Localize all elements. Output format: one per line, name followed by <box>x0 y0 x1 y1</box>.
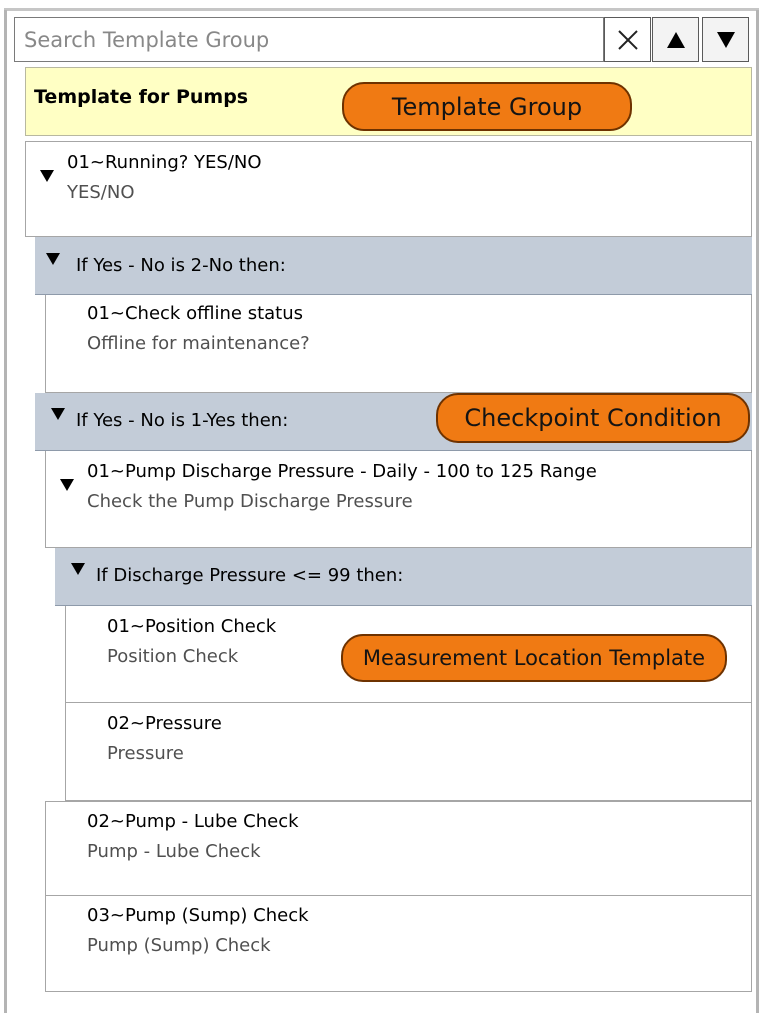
template-group-title: Template for Pumps <box>34 86 249 108</box>
node-subtitle: Pump - Lube Check <box>87 841 261 862</box>
node-subtitle: Position Check <box>107 646 239 667</box>
tree-node-lube-check[interactable]: 02~Pump - Lube Check Pump - Lube Check <box>45 801 752 896</box>
expand-triangle-icon[interactable] <box>46 253 60 265</box>
node-title: 03~Pump (Sump) Check <box>87 905 309 926</box>
checkpoint-condition-callout: Checkpoint Condition <box>436 393 750 443</box>
template-group-panel: Template for Pumps Template Group 01~Run… <box>0 0 761 1013</box>
node-subtitle: Check the Pump Discharge Pressure <box>87 491 413 512</box>
checkpoint-condition-no[interactable]: If Yes - No is 2-No then: <box>35 237 752 295</box>
node-title: 01~Position Check <box>107 616 277 637</box>
condition-label: If Yes - No is 2-No then: <box>76 255 286 276</box>
template-group-callout: Template Group <box>342 82 632 131</box>
node-title: 01~Pump Discharge Pressure - Daily - 100… <box>87 461 597 482</box>
arrow-up-icon <box>666 31 685 48</box>
condition-label: If Discharge Pressure <= 99 then: <box>96 565 404 586</box>
expand-triangle-icon[interactable] <box>71 563 85 575</box>
measurement-location-template-callout: Measurement Location Template <box>341 634 727 682</box>
node-title: 02~Pressure <box>107 713 222 734</box>
node-subtitle: YES/NO <box>67 182 135 203</box>
tree-node-check-offline[interactable]: 01~Check offline status Offline for main… <box>45 295 752 393</box>
condition-label: If Yes - No is 1-Yes then: <box>76 410 289 431</box>
panel-border-left <box>4 10 7 1013</box>
search-input[interactable] <box>14 17 604 62</box>
expand-triangle-icon[interactable] <box>51 408 65 420</box>
close-icon <box>617 29 638 50</box>
node-subtitle: Pressure <box>107 743 184 764</box>
tree-node-discharge-pressure[interactable]: 01~Pump Discharge Pressure - Daily - 100… <box>45 451 752 548</box>
expand-triangle-icon[interactable] <box>40 170 54 182</box>
node-subtitle: Offline for maintenance? <box>87 333 310 354</box>
panel-border-top <box>4 8 759 11</box>
node-subtitle: Pump (Sump) Check <box>87 935 271 956</box>
tree-node-running[interactable]: 01~Running? YES/NO YES/NO <box>25 141 752 237</box>
clear-search-button[interactable] <box>604 17 651 62</box>
node-title: 02~Pump - Lube Check <box>87 811 299 832</box>
panel-border-right <box>756 10 759 1013</box>
tree-node-sump-check[interactable]: 03~Pump (Sump) Check Pump (Sump) Check <box>45 895 752 992</box>
node-title: 01~Check offline status <box>87 303 304 324</box>
expand-triangle-icon[interactable] <box>60 479 74 491</box>
node-title: 01~Running? YES/NO <box>67 152 262 173</box>
tree-node-pressure[interactable]: 02~Pressure Pressure <box>65 703 752 801</box>
checkpoint-condition-discharge[interactable]: If Discharge Pressure <= 99 then: <box>55 548 752 606</box>
arrow-down-icon <box>716 31 735 48</box>
next-match-button[interactable] <box>702 17 749 62</box>
previous-match-button[interactable] <box>652 17 699 62</box>
